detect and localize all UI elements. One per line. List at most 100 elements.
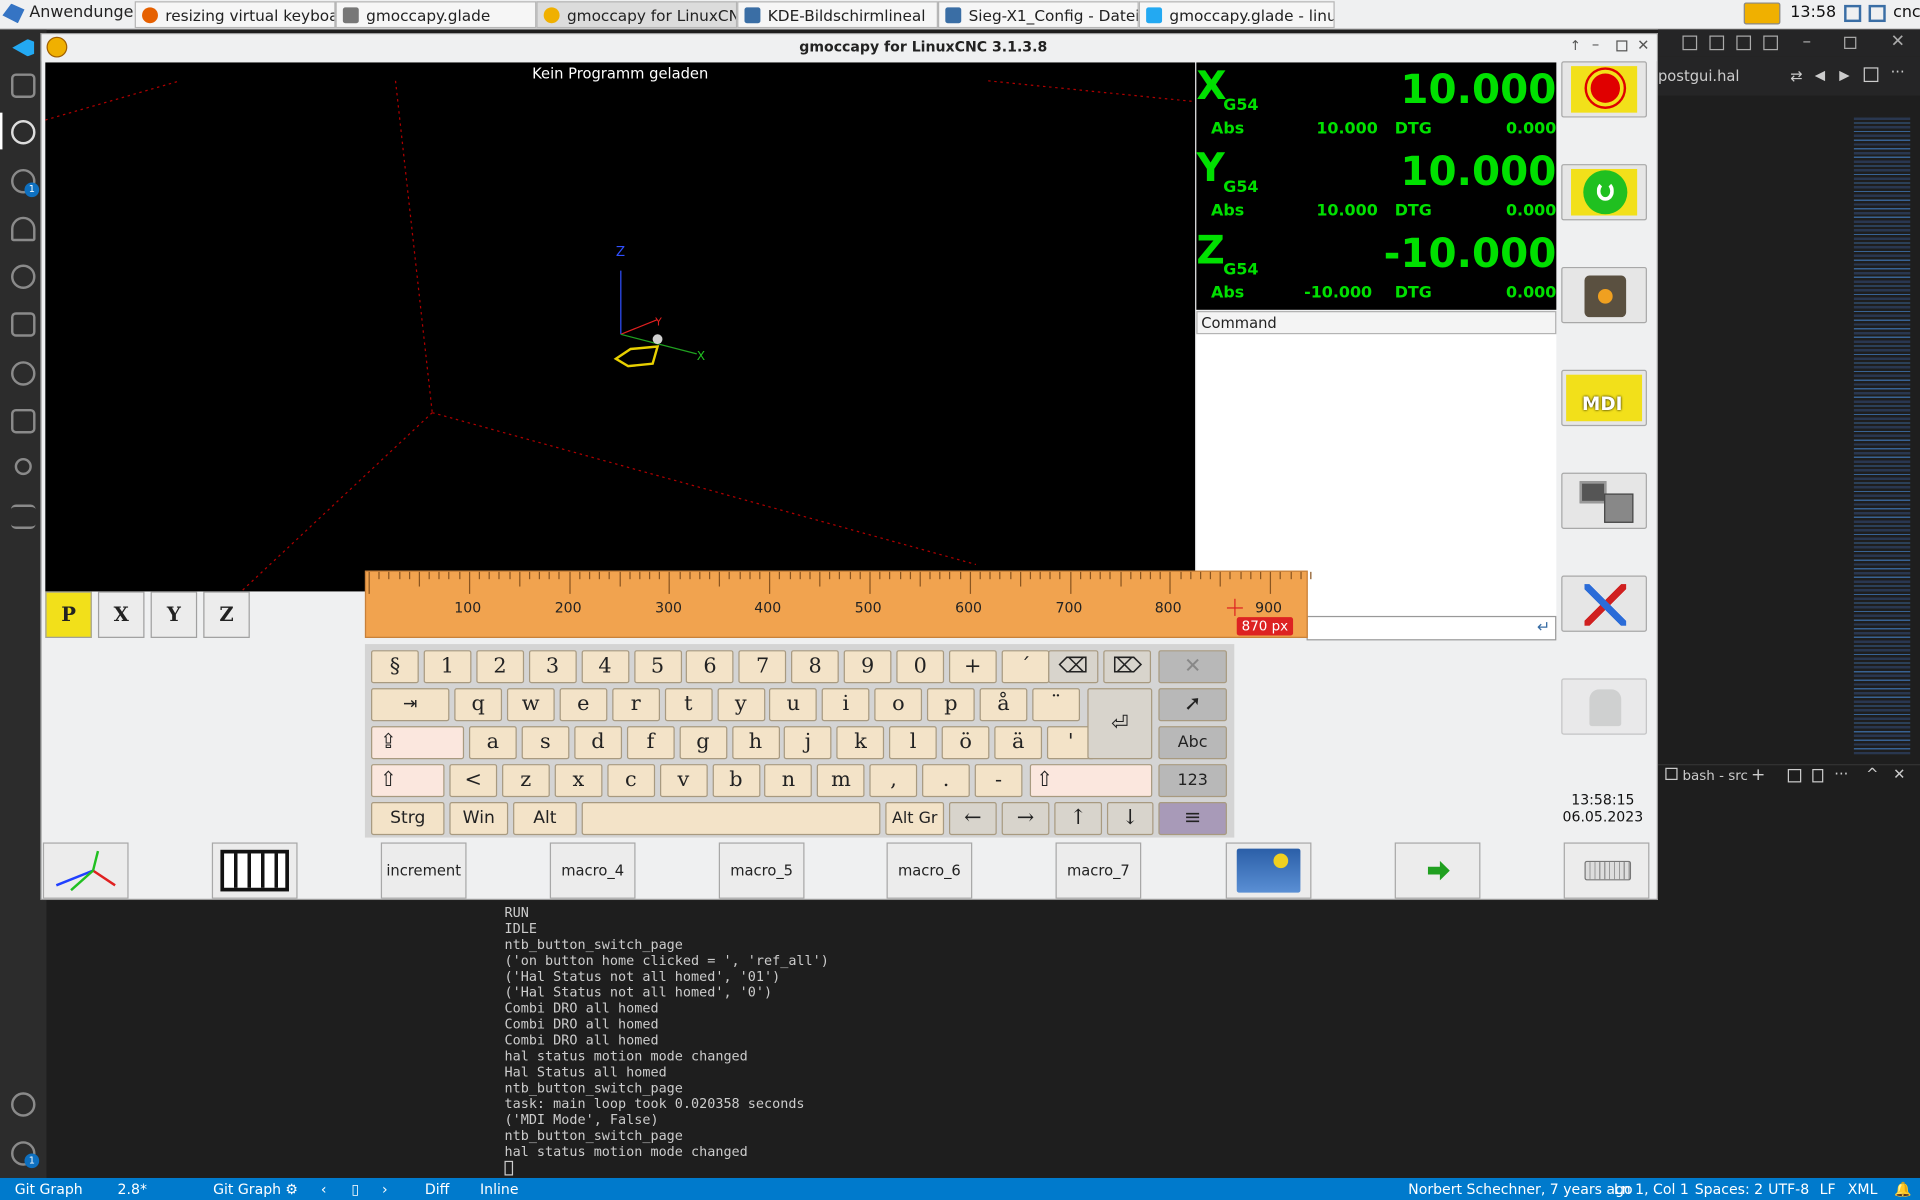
key[interactable]: å — [979, 688, 1028, 722]
key-strg[interactable]: Strg — [371, 802, 445, 836]
view-y-button[interactable]: Y — [150, 591, 198, 638]
key[interactable]: c — [606, 764, 655, 798]
diff-status[interactable]: Diff — [425, 1180, 449, 1197]
key[interactable]: g — [679, 726, 727, 760]
key-close[interactable]: ✕ — [1158, 650, 1227, 684]
search-icon[interactable] — [11, 120, 36, 145]
command-column-header[interactable]: Command — [1196, 311, 1557, 335]
explorer-icon[interactable] — [11, 73, 36, 98]
key[interactable]: ö — [941, 726, 990, 760]
manual-mode-button[interactable] — [1561, 266, 1647, 324]
key-altgr[interactable]: Alt Gr — [885, 802, 945, 836]
key[interactable]: j — [784, 726, 832, 760]
key-abc[interactable]: Abc — [1158, 726, 1227, 760]
split-editor-icon[interactable] — [1863, 67, 1879, 83]
restore-icon[interactable] — [1844, 36, 1857, 49]
key-pointer[interactable]: ➚ — [1158, 688, 1227, 722]
key-space[interactable] — [581, 802, 881, 836]
task-kruler[interactable]: KDE-Bildschirmlineal — [737, 1, 938, 29]
eol-status[interactable]: LF — [1820, 1180, 1836, 1197]
key-caps[interactable]: ⇪ — [371, 726, 465, 760]
settings-sync-icon[interactable]: ⚙ — [285, 1180, 298, 1197]
key[interactable]: ¨ — [1032, 688, 1080, 722]
key-shift-left[interactable]: ⇧ — [371, 764, 445, 798]
task-dolphin[interactable]: Sieg-X1_Config - Dateiv... — [937, 1, 1139, 29]
close-icon[interactable]: ✕ — [1637, 37, 1649, 54]
key[interactable]: f — [626, 726, 675, 760]
extensions-icon[interactable] — [11, 312, 36, 337]
key[interactable]: p — [927, 688, 975, 722]
next-button[interactable] — [1394, 842, 1481, 899]
key[interactable]: h — [731, 726, 780, 760]
inline-status[interactable]: Inline — [480, 1180, 518, 1197]
close-panel-icon[interactable]: ✕ — [1893, 765, 1905, 782]
key[interactable]: 4 — [581, 650, 629, 684]
maze-button[interactable] — [211, 842, 298, 899]
keep-above-icon[interactable]: ↑ — [1570, 38, 1581, 54]
key[interactable]: 0 — [896, 650, 945, 684]
key[interactable]: q — [454, 688, 503, 722]
branch-status[interactable]: 2.8* — [118, 1180, 147, 1197]
terminal-more-icon[interactable]: ··· — [1834, 765, 1848, 782]
key[interactable]: z — [501, 764, 550, 798]
macro-7-button[interactable]: macro_7 — [1055, 842, 1142, 899]
key-alt[interactable]: Alt — [513, 802, 577, 836]
key[interactable]: u — [769, 688, 818, 722]
key[interactable]: o — [874, 688, 923, 722]
key[interactable]: 3 — [528, 650, 577, 684]
key-right[interactable]: → — [1001, 802, 1050, 836]
gremlin-preview[interactable]: Kein Programm geladen Z Y X — [45, 62, 1196, 592]
macro-6-button[interactable]: macro_6 — [886, 842, 973, 899]
key-backspace[interactable]: ⌫ — [1048, 650, 1099, 684]
notifications-icon[interactable]: 🔔 — [1894, 1180, 1912, 1197]
key[interactable]: e — [559, 688, 608, 722]
close-window-icon[interactable]: ✕ — [1891, 32, 1905, 52]
dro-z[interactable]: Z G54 -10.000 Abs -10.000 DTG 0.000 — [1196, 227, 1556, 309]
key[interactable]: - — [974, 764, 1023, 798]
key-up[interactable]: ↑ — [1054, 802, 1103, 836]
minimize-icon[interactable]: – — [1592, 36, 1599, 53]
key-delete[interactable]: ⌦ — [1103, 650, 1152, 684]
git-graph-status-2[interactable]: Git Graph — [213, 1180, 281, 1197]
key[interactable]: 9 — [843, 650, 892, 684]
tray-gmoccapy-icon[interactable] — [1743, 2, 1781, 25]
blame-status[interactable]: Norbert Schechner, 7 years ago — [1408, 1180, 1632, 1197]
key[interactable]: ä — [994, 726, 1043, 760]
key[interactable]: ´ — [1001, 650, 1050, 684]
gmoccapy-titlebar[interactable]: gmoccapy for LinuxCNC 3.1.3.8 ↑ – ✕ — [41, 34, 1657, 62]
mdi-mode-button[interactable]: MDI — [1561, 369, 1647, 427]
mdi-command-input[interactable]: ↵ — [1306, 615, 1557, 641]
maximize-panel-icon[interactable]: ^ — [1866, 765, 1878, 782]
key-left[interactable]: ← — [948, 802, 997, 836]
git-compare-icon[interactable]: ⇄ — [1790, 67, 1802, 84]
key[interactable]: x — [554, 764, 603, 798]
account-icon[interactable] — [11, 1092, 36, 1117]
key[interactable]: v — [659, 764, 708, 798]
nav-back-icon[interactable]: ‹ — [321, 1180, 327, 1197]
key[interactable]: 1 — [423, 650, 472, 684]
macro-4-button[interactable]: macro_4 — [549, 842, 636, 899]
task-glade[interactable]: gmoccapy.glade — [335, 1, 537, 29]
next-change-icon[interactable]: ▶ — [1839, 67, 1849, 83]
key[interactable]: m — [817, 764, 865, 798]
key-win[interactable]: Win — [449, 802, 509, 836]
screen-ruler[interactable]: 100 200 300 400 500 600 700 800 900 870 … — [364, 570, 1312, 638]
macro-5-button[interactable]: macro_5 — [718, 842, 805, 899]
axis-tripod-button[interactable] — [42, 842, 129, 899]
task-gmoccapy[interactable]: gmoccapy for LinuxCNC... — [536, 1, 738, 29]
key[interactable]: 5 — [633, 650, 682, 684]
user-tabs-button[interactable] — [1561, 678, 1647, 735]
key[interactable]: a — [468, 726, 517, 760]
more-actions-icon[interactable]: ··· — [1891, 64, 1905, 81]
view-x-button[interactable]: X — [97, 591, 145, 638]
remote-explorer-icon[interactable] — [11, 408, 36, 434]
applications-menu[interactable]: Anwendungen — [2, 3, 144, 24]
key[interactable]: . — [922, 764, 970, 798]
kill-terminal-icon[interactable] — [1812, 768, 1824, 783]
estop-button[interactable] — [1561, 61, 1647, 118]
nav-forward-icon[interactable]: › — [382, 1180, 388, 1197]
key[interactable]: k — [836, 726, 885, 760]
cursor-position[interactable]: Ln 1, Col 1 — [1614, 1180, 1689, 1197]
terminal-output[interactable]: RUN IDLE ntb_button_switch_page ('on button… — [46, 900, 1920, 1178]
maximize-icon[interactable] — [1616, 40, 1628, 52]
